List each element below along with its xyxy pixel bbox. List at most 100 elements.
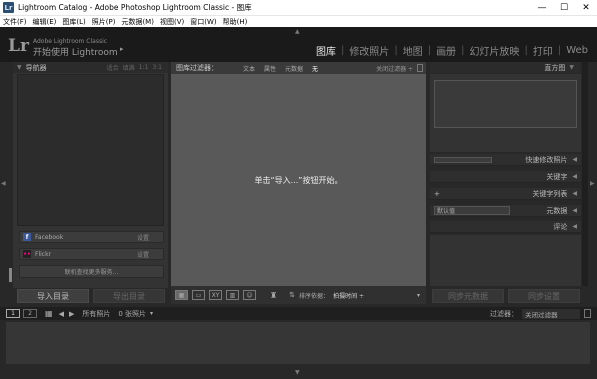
expand-icon: ◀ [572, 207, 577, 214]
module-develop[interactable]: 修改照片 [345, 43, 393, 58]
module-slideshow[interactable]: 幻灯片放映 [465, 43, 523, 58]
histogram-header[interactable]: 直方图 ▼ [430, 62, 580, 73]
right-panel-empty [430, 235, 581, 286]
publish-settings-link[interactable]: 设置 [137, 250, 149, 259]
grid-view[interactable]: 单击“导入...”按钮开始。 [171, 74, 426, 286]
zoom-fit[interactable]: 适合 [107, 63, 119, 72]
display-1-button[interactable]: 1 [6, 309, 20, 318]
add-keyword-icon[interactable]: + [434, 190, 440, 198]
filter-lock-icon[interactable] [417, 64, 423, 72]
sort-label: 排序依据： [299, 292, 330, 300]
navigator-title: 导航器 [25, 63, 47, 72]
source-menu-icon[interactable]: ▾ [150, 310, 153, 317]
right-panel-toggle-icon[interactable]: ▶ [590, 180, 595, 187]
filmstrip-toggle-icon[interactable] [584, 309, 591, 318]
sync-settings-button[interactable]: 同步设置 [508, 289, 580, 303]
library-filter-title: 图库过滤器： [176, 64, 218, 72]
survey-view-icon[interactable]: ▥ [226, 290, 239, 300]
zoom-3-1[interactable]: 3:1 [152, 64, 162, 71]
comments-header[interactable]: 评论 ◀ [430, 221, 581, 233]
filter-metadata[interactable]: 元数据 [282, 64, 306, 73]
export-button[interactable]: 导出目录 [93, 289, 165, 303]
keywords-header[interactable]: 关键字 ◀ [430, 171, 581, 183]
forward-arrow-icon[interactable]: ▶ [69, 310, 74, 318]
toolbar: ▦ ▭ XY ▥ ☺ ♜ ⇅ 排序依据： 拍摄时间 ÷ ▾ [171, 286, 426, 304]
close-button[interactable]: ✕ [575, 3, 597, 13]
identity-main[interactable]: 开始使用 Lightroom [33, 45, 118, 58]
module-library[interactable]: 图库 [312, 43, 340, 58]
menu-file[interactable]: 文件(F) [3, 17, 27, 27]
bottom-panel-toggle-icon[interactable]: ▼ [295, 369, 300, 376]
menu-photo[interactable]: 照片(P) [92, 17, 116, 27]
compare-view-icon[interactable]: XY [209, 290, 222, 300]
sync-metadata-button[interactable]: 同步元数据 [432, 289, 504, 303]
histogram-title: 直方图 [544, 63, 566, 72]
metadata-header[interactable]: 默认值 元数据 ◀ [430, 205, 581, 217]
filmstrip[interactable] [6, 322, 590, 364]
display-2-button[interactable]: 2 [23, 309, 37, 318]
zoom-1-1[interactable]: 1:1 [139, 64, 149, 71]
publish-settings-link[interactable]: 设置 [137, 233, 149, 242]
identity-arrow-icon[interactable]: ▸ [120, 45, 124, 53]
toolbar-menu-icon[interactable]: ▾ [417, 292, 420, 299]
import-button[interactable]: 导入目录 [17, 289, 89, 303]
menu-library[interactable]: 图库(L) [62, 17, 85, 27]
library-filter-options: 文本 属性 元数据 无 [240, 64, 321, 73]
left-panel-scrollbar[interactable] [9, 268, 12, 282]
expand-icon: ◀ [572, 223, 577, 230]
sort-select[interactable]: 拍摄时间 ÷ [333, 291, 364, 300]
module-web[interactable]: Web [562, 45, 592, 56]
keyword-list-header[interactable]: + 关键字列表 ◀ [430, 188, 581, 200]
source-label[interactable]: 所有照片 [82, 309, 110, 319]
loupe-view-icon[interactable]: ▭ [192, 290, 205, 300]
grid-icon[interactable]: ▦ [45, 309, 53, 318]
maximize-button[interactable]: ☐ [553, 3, 575, 13]
menu-window[interactable]: 窗口(W) [190, 17, 216, 27]
module-map[interactable]: 地图 [399, 43, 427, 58]
filter-none[interactable]: 无 [309, 64, 321, 73]
collapse-icon: ▼ [569, 64, 574, 71]
empty-catalog-message: 单击“导入...”按钮开始。 [254, 175, 343, 185]
grid-view-icon[interactable]: ▦ [175, 290, 188, 300]
menu-view[interactable]: 视图(V) [160, 17, 184, 27]
menu-help[interactable]: 帮助(H) [223, 17, 248, 27]
lightroom-logo: Lr [8, 36, 29, 56]
filmstrip-bar: 1 2 ▦ ◀ ▶ 所有照片 0 张照片 ▾ 过滤器： 关闭过滤器 [0, 307, 597, 320]
publish-service-flickr[interactable]: •• Flickr 设置 [19, 248, 164, 260]
filter-attribute[interactable]: 属性 [261, 64, 279, 73]
people-view-icon[interactable]: ☺ [243, 290, 256, 300]
saved-preset-field[interactable] [434, 156, 492, 163]
filmstrip-filter-select[interactable]: 关闭过滤器 [522, 308, 580, 319]
facebook-icon: f [23, 233, 31, 241]
expand-icon: ◀ [572, 173, 577, 180]
zoom-fill[interactable]: 填满 [123, 63, 135, 72]
collapse-icon: ▼ [17, 64, 22, 71]
left-panel-toggle-icon[interactable]: ◀ [1, 180, 6, 187]
publish-label: Flickr [35, 250, 52, 258]
navigator-header[interactable]: ▼ 导航器 适合 填满 1:1 3:1 [13, 62, 168, 73]
minimize-button[interactable]: — [531, 3, 553, 13]
app-icon: Lr [3, 2, 14, 13]
library-filter-bar: 图库过滤器： 文本 属性 元数据 无 关闭过滤器 ÷ [171, 62, 426, 74]
identity-subtitle: Adobe Lightroom Classic [33, 38, 108, 45]
filmstrip-filter-label: 过滤器： [490, 309, 518, 318]
module-book[interactable]: 画册 [432, 43, 460, 58]
back-arrow-icon[interactable]: ◀ [59, 310, 64, 318]
quick-develop-header[interactable]: 快速修改照片 ◀ [430, 154, 581, 166]
metadata-preset-select[interactable]: 默认值 [434, 206, 510, 215]
top-panel-toggle-icon[interactable]: ▲ [295, 28, 300, 35]
sort-direction-icon[interactable]: ⇅ [289, 291, 295, 299]
spray-can-icon[interactable]: ♜ [270, 291, 277, 300]
menu-metadata[interactable]: 元数据(M) [121, 17, 154, 27]
find-more-services-button[interactable]: 联机查找更多服务... [19, 265, 164, 278]
filter-text[interactable]: 文本 [240, 64, 258, 73]
module-print[interactable]: 打印 [529, 43, 557, 58]
filter-preset-select[interactable]: 关闭过滤器 ÷ [376, 64, 417, 73]
publish-label: Facebook [35, 233, 64, 241]
keyword-list-title: 关键字列表 [532, 189, 568, 198]
navigator-preview[interactable] [17, 74, 164, 226]
photo-count: 0 张照片 [118, 309, 147, 318]
publish-service-facebook[interactable]: f Facebook 设置 [19, 231, 164, 243]
menu-edit[interactable]: 编辑(E) [33, 17, 57, 27]
right-panel-scrollbar[interactable] [582, 62, 588, 286]
